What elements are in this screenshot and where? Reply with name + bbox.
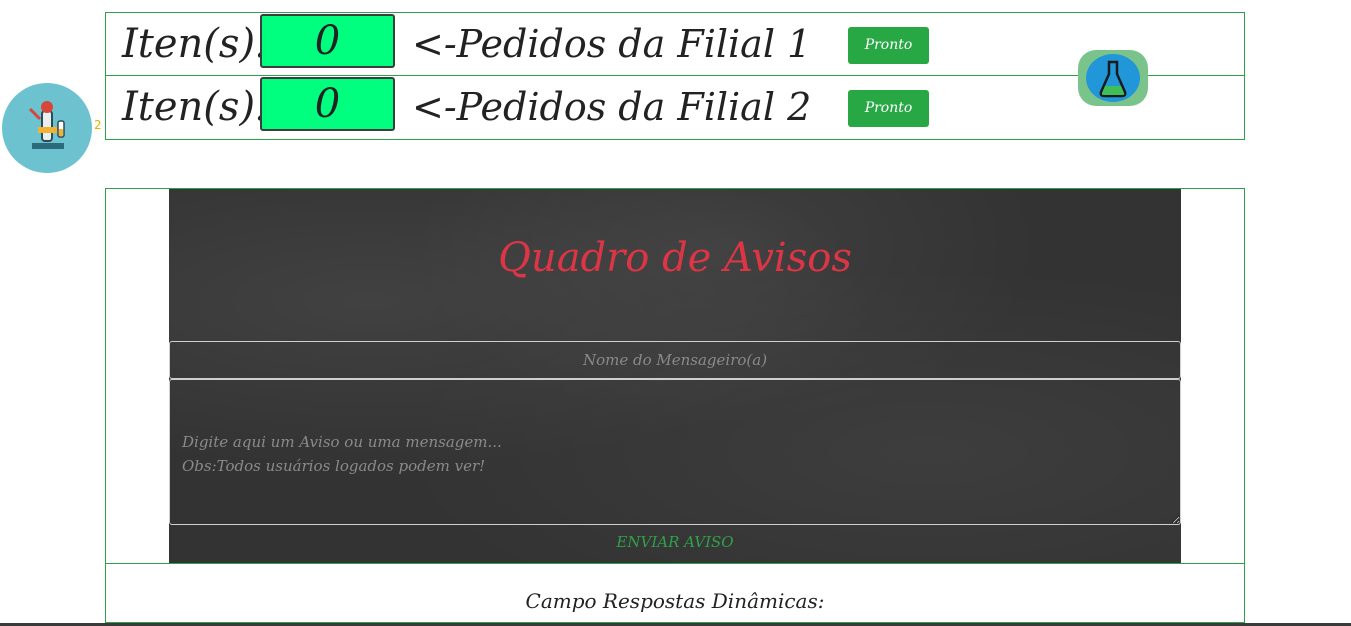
board-title: Quadro de Avisos: [498, 235, 852, 281]
orders-panel: Iten(s): 0 <-Pedidos da Filial 1 Pronto …: [105, 12, 1245, 140]
message-textarea[interactable]: [169, 379, 1181, 525]
notice-board-panel: Quadro de Avisos ENVIAR AVISO: [105, 188, 1245, 564]
items-count: 0: [260, 77, 395, 131]
notification-badge: 2: [94, 118, 102, 132]
flask-icon[interactable]: [1078, 50, 1148, 106]
ready-button[interactable]: Pronto: [848, 27, 929, 64]
items-label: Iten(s):: [122, 84, 269, 130]
items-label: Iten(s):: [122, 21, 269, 67]
order-row-branch-2: Iten(s): 0 <-Pedidos da Filial 2 Pronto: [106, 76, 1244, 139]
responses-title: Campo Respostas Dinâmicas:: [525, 589, 825, 613]
branch-orders-label: <-Pedidos da Filial 2: [412, 85, 812, 129]
ready-button[interactable]: Pronto: [848, 90, 929, 127]
microscope-lab-icon[interactable]: [2, 83, 92, 173]
send-notice-button[interactable]: ENVIAR AVISO: [169, 533, 1181, 551]
dynamic-responses-panel: Campo Respostas Dinâmicas:: [105, 563, 1245, 626]
branch-orders-label: <-Pedidos da Filial 1: [412, 22, 812, 66]
order-row-branch-1: Iten(s): 0 <-Pedidos da Filial 1 Pronto: [106, 13, 1244, 76]
messenger-name-input[interactable]: [169, 341, 1181, 379]
chalkboard: Quadro de Avisos ENVIAR AVISO: [169, 189, 1181, 564]
items-count: 0: [260, 14, 395, 68]
